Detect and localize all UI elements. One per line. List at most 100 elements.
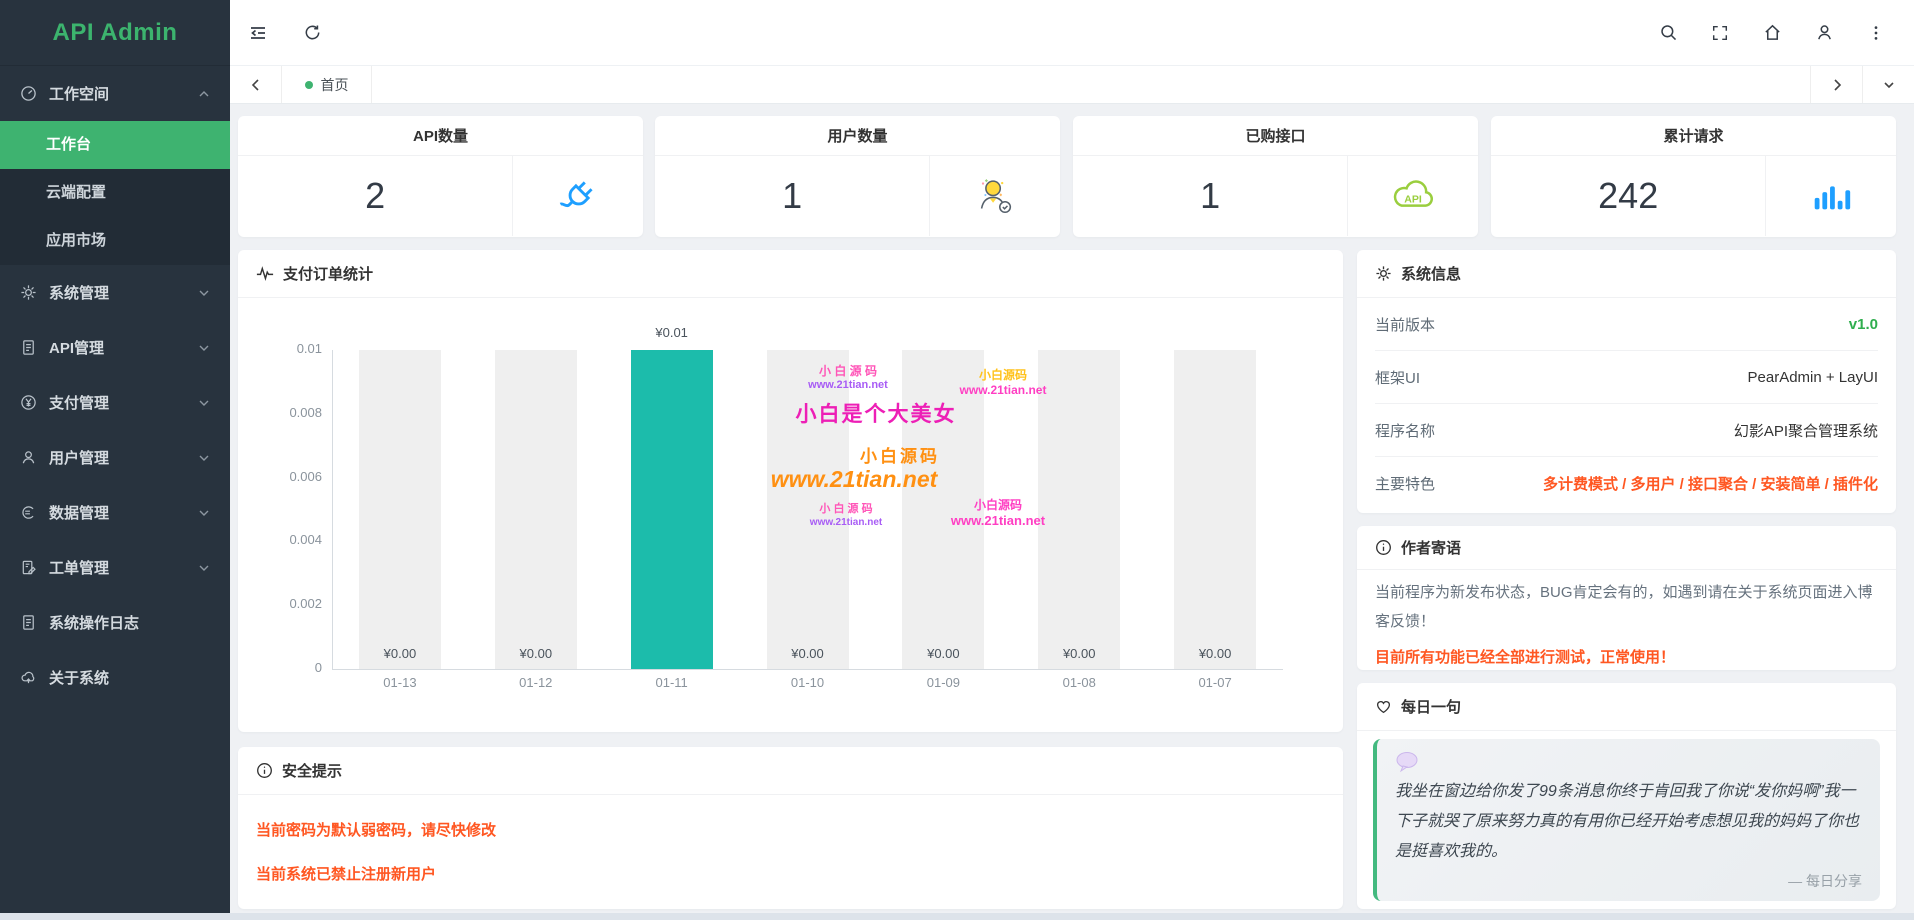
system-info-title: 系统信息	[1401, 263, 1461, 284]
bar-value-label: ¥0.00	[740, 646, 876, 661]
info-label: 主要特色	[1375, 473, 1435, 494]
sidebar-item-workspace[interactable]: 工作空间	[0, 66, 230, 121]
author-message-card: 作者寄语 当前程序为新发布状态，BUG肯定会有的，如遇到请在关于系统页面进入博客…	[1357, 526, 1896, 670]
sidebar-item-label: 工单管理	[49, 557, 109, 578]
y-axis-tick: 0.006	[238, 469, 322, 484]
bar-background	[902, 350, 984, 669]
sidebar: API Admin 工作空间 工作台 云端配置 应用市场 系统管理 API管理 …	[0, 0, 230, 913]
yen-circle-icon	[20, 394, 37, 411]
chevron-up-icon	[198, 88, 210, 100]
stat-card-total-requests: 累计请求 242	[1491, 116, 1896, 237]
chart-column[interactable]: ¥0.0001-13	[332, 350, 468, 669]
x-axis-label: 01-10	[740, 675, 876, 690]
heart-icon	[1375, 698, 1392, 715]
x-axis-label: 01-12	[468, 675, 604, 690]
active-tab-dot	[305, 81, 313, 89]
collapse-menu-icon[interactable]	[230, 0, 285, 66]
bar-background	[495, 350, 577, 669]
chevron-down-icon	[198, 287, 210, 299]
home-icon[interactable]	[1746, 0, 1798, 66]
stat-title: 累计请求	[1491, 116, 1896, 156]
ticket-edit-icon	[20, 559, 37, 576]
speech-bubble-icon	[1395, 751, 1862, 773]
daily-quote-attribution: — 每日分享	[1788, 871, 1862, 891]
x-axis-label: 01-11	[604, 675, 740, 690]
cloud-api-icon: API	[1348, 156, 1478, 236]
security-warning-password: 当前密码为默认弱密码，请尽快修改	[238, 819, 1343, 840]
plug-icon	[513, 156, 643, 236]
dashboard-icon	[20, 85, 37, 102]
sidebar-item-about[interactable]: 关于系统	[0, 650, 230, 705]
chart-column[interactable]: ¥0.0001-08	[1011, 350, 1147, 669]
log-file-icon	[20, 614, 37, 631]
refresh-icon[interactable]	[285, 0, 340, 66]
data-euro-icon	[20, 504, 37, 521]
bar-background	[1038, 350, 1120, 669]
author-paragraph: 当前程序为新发布状态，BUG肯定会有的，如遇到请在关于系统页面进入博客反馈！	[1375, 578, 1878, 636]
sidebar-item-label: 工作空间	[49, 83, 109, 104]
security-title: 安全提示	[282, 760, 342, 781]
chart-column[interactable]: ¥0.0001-10	[740, 350, 876, 669]
stat-value: 1	[782, 175, 802, 217]
chart-column[interactable]: ¥0.0001-09	[875, 350, 1011, 669]
user-icon	[20, 449, 37, 466]
info-row-framework: 框架UI PearAdmin + LayUI	[1375, 351, 1878, 404]
daily-quote-card: 每日一句 我坐在窗边给你发了99条消息你终于肯回我了你说“发你妈啊”我一下子就哭…	[1357, 683, 1896, 909]
stat-card-purchased-apis: 已购接口 1 API	[1073, 116, 1478, 237]
more-vertical-icon[interactable]	[1850, 0, 1902, 66]
info-value-program-name: 幻影API聚合管理系统	[1734, 420, 1878, 441]
sidebar-item-api[interactable]: API管理	[0, 320, 230, 375]
sidebar-item-payment[interactable]: 支付管理	[0, 375, 230, 430]
sidebar-subitem-app-market[interactable]: 应用市场	[0, 217, 230, 265]
chevron-down-icon	[198, 507, 210, 519]
tab-scroll-left-icon[interactable]	[230, 66, 282, 103]
sidebar-item-label: 用户管理	[49, 447, 109, 468]
sidebar-item-data[interactable]: 数据管理	[0, 485, 230, 540]
sidebar-item-system[interactable]: 系统管理	[0, 265, 230, 320]
tab-home[interactable]: 首页	[282, 66, 372, 103]
info-circle-icon	[256, 762, 273, 779]
tab-menu-collapse-icon[interactable]	[1862, 66, 1914, 103]
info-value-framework: PearAdmin + LayUI	[1748, 369, 1878, 386]
bar	[631, 350, 713, 669]
chevron-down-icon	[198, 562, 210, 574]
gear-icon	[20, 284, 37, 301]
chart-column[interactable]: ¥0.0001-07	[1147, 350, 1283, 669]
top-header	[230, 0, 1914, 66]
fullscreen-icon[interactable]	[1694, 0, 1746, 66]
bottom-scrollbar-strip[interactable]	[0, 913, 1914, 920]
x-axis-label: 01-09	[875, 675, 1011, 690]
payment-chart-card: 支付订单统计 00.0020.0040.0060.0080.01 ¥0.0001…	[238, 250, 1343, 732]
y-axis-tick: 0.002	[238, 596, 322, 611]
info-value-features: 多计费模式 / 多用户 / 接口聚合 / 安装简单 / 插件化	[1543, 473, 1878, 494]
y-axis-tick: 0.01	[238, 341, 322, 356]
search-icon[interactable]	[1642, 0, 1694, 66]
bar-value-label: ¥0.00	[1011, 646, 1147, 661]
user-icon[interactable]	[1798, 0, 1850, 66]
sidebar-item-operation-log[interactable]: 系统操作日志	[0, 595, 230, 650]
sidebar-item-label: 系统管理	[49, 282, 109, 303]
svg-text:API: API	[1404, 194, 1422, 206]
app-logo: API Admin	[0, 0, 230, 66]
info-row-features: 主要特色 多计费模式 / 多用户 / 接口聚合 / 安装简单 / 插件化	[1375, 457, 1878, 510]
sidebar-item-tickets[interactable]: 工单管理	[0, 540, 230, 595]
security-warning-register: 当前系统已禁止注册新用户	[238, 863, 1343, 884]
y-axis-tick: 0	[238, 660, 322, 675]
bar-background	[1174, 350, 1256, 669]
sidebar-item-users[interactable]: 用户管理	[0, 430, 230, 485]
chart-column[interactable]: ¥0.0001-12	[468, 350, 604, 669]
gear-icon	[1375, 265, 1392, 282]
tab-label: 首页	[321, 75, 349, 95]
sidebar-item-label: 关于系统	[49, 667, 109, 688]
pulse-icon	[256, 266, 274, 281]
bar-background	[767, 350, 849, 669]
bar-value-label: ¥0.00	[468, 646, 604, 661]
stat-title: 用户数量	[655, 116, 1060, 156]
sidebar-subitem-workbench[interactable]: 工作台	[0, 121, 230, 169]
security-tips-card: 安全提示 当前密码为默认弱密码，请尽快修改 当前系统已禁止注册新用户	[238, 747, 1343, 909]
sidebar-subitem-cloud-config[interactable]: 云端配置	[0, 169, 230, 217]
tab-scroll-right-icon[interactable]	[1810, 66, 1862, 103]
chart-column[interactable]: ¥0.0101-11	[604, 350, 740, 669]
user-check-icon	[930, 156, 1060, 236]
x-axis-label: 01-08	[1011, 675, 1147, 690]
